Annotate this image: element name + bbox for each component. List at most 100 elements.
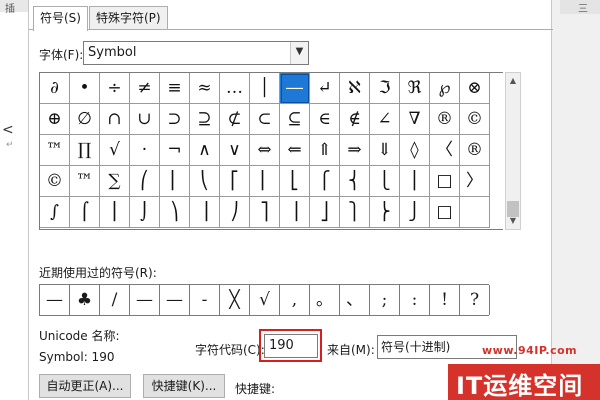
symbol-cell[interactable]: ⊆ bbox=[280, 104, 310, 135]
recent-symbol-cell[interactable]: 。 bbox=[310, 285, 340, 315]
recent-symbol-cell[interactable]: ? bbox=[460, 285, 490, 315]
symbol-cell[interactable]: │ bbox=[250, 73, 280, 104]
symbol-cell[interactable]: ⎣ bbox=[280, 166, 310, 197]
symbol-cell[interactable]: ∂ bbox=[40, 73, 70, 104]
scroll-up-icon[interactable]: ▲ bbox=[506, 73, 520, 89]
symbol-cell[interactable]: ↵ bbox=[310, 73, 340, 104]
symbol-cell[interactable]: ™ bbox=[70, 166, 100, 197]
symbol-cell[interactable]: ⎞ bbox=[160, 197, 190, 228]
symbol-cell[interactable]: ∉ bbox=[340, 104, 370, 135]
symbol-cell[interactable]: ⎤ bbox=[250, 197, 280, 228]
symbol-cell[interactable]: ℘ bbox=[430, 73, 460, 104]
symbol-cell[interactable]: ∩ bbox=[100, 104, 130, 135]
font-select[interactable]: Symbol ▼ bbox=[83, 41, 309, 65]
symbol-cell[interactable]: ∪ bbox=[130, 104, 160, 135]
symbol-cell[interactable]: ⊃ bbox=[160, 104, 190, 135]
symbol-cell[interactable]: ⌡ bbox=[130, 197, 160, 228]
recent-symbol-cell[interactable]: — bbox=[160, 285, 190, 315]
symbol-cell[interactable]: ⎜ bbox=[160, 166, 190, 197]
symbol-cell[interactable]: ⇓ bbox=[370, 135, 400, 166]
symbol-cell[interactable]: ⊄ bbox=[220, 104, 250, 135]
symbol-cell[interactable]: ⎨ bbox=[340, 166, 370, 197]
shortcut-key-button[interactable]: 快捷键(K)... bbox=[143, 374, 225, 398]
symbol-cell[interactable]: … bbox=[220, 73, 250, 104]
symbol-cell[interactable]: ⎮ bbox=[100, 197, 130, 228]
scroll-down-icon[interactable]: ▼ bbox=[506, 213, 520, 229]
recent-symbol-cell[interactable]: ; bbox=[370, 285, 400, 315]
symbol-cell[interactable] bbox=[460, 197, 490, 228]
symbol-cell[interactable]: ∅ bbox=[70, 104, 100, 135]
symbol-cell[interactable]: ® bbox=[430, 104, 460, 135]
symbol-cell[interactable]: ⌠ bbox=[70, 197, 100, 228]
symbol-cell[interactable]: ∑ bbox=[100, 166, 130, 197]
symbol-cell[interactable]: ∠ bbox=[370, 104, 400, 135]
recent-symbol-cell[interactable]: 、 bbox=[340, 285, 370, 315]
symbol-cell[interactable]: © bbox=[40, 166, 70, 197]
symbol-cell[interactable]: ≠ bbox=[130, 73, 160, 104]
recent-symbol-cell[interactable]: - bbox=[190, 285, 220, 315]
tab-symbols[interactable]: 符号(S) bbox=[33, 6, 88, 31]
symbol-cell[interactable]: ℜ bbox=[400, 73, 430, 104]
recent-symbol-cell[interactable]: — bbox=[130, 285, 160, 315]
symbol-cell[interactable]: ⊇ bbox=[190, 104, 220, 135]
recent-symbol-cell[interactable]: ╳ bbox=[220, 285, 250, 315]
symbol-cell[interactable]: 〈 bbox=[430, 135, 460, 166]
symbol-cell[interactable]: 〉 bbox=[460, 166, 490, 197]
symbol-cell[interactable]: ⎟ bbox=[190, 197, 220, 228]
symbol-cell[interactable]: ⎧ bbox=[310, 166, 340, 197]
symbol-cell[interactable]: ∧ bbox=[190, 135, 220, 166]
symbol-cell[interactable]: ⎢ bbox=[250, 166, 280, 197]
recent-symbol-cell[interactable]: — bbox=[40, 285, 70, 315]
symbol-cell[interactable]: ⇑ bbox=[310, 135, 340, 166]
symbol-cell[interactable]: ⎛ bbox=[130, 166, 160, 197]
symbol-cell[interactable]: ⎡ bbox=[220, 166, 250, 197]
recent-symbol-cell[interactable]: : bbox=[400, 285, 430, 315]
symbol-cell[interactable]: ® bbox=[460, 135, 490, 166]
recent-symbol-cell[interactable]: √ bbox=[250, 285, 280, 315]
recent-symbols-grid: — ♣ / — — - ╳ √,。、;:!? bbox=[39, 284, 490, 316]
symbol-cell[interactable]: ⇐ bbox=[280, 135, 310, 166]
symbol-cell[interactable]: ÷ bbox=[100, 73, 130, 104]
symbol-cell[interactable]: ⎠ bbox=[220, 197, 250, 228]
symbol-cell[interactable]: ∨ bbox=[220, 135, 250, 166]
symbol-cell[interactable]: · bbox=[130, 135, 160, 166]
symbol-cell[interactable]: ¬ bbox=[160, 135, 190, 166]
symbol-cell[interactable]: ™ bbox=[40, 135, 70, 166]
symbol-cell[interactable]: ⎦ bbox=[310, 197, 340, 228]
symbol-cell[interactable]: ⎩ bbox=[370, 166, 400, 197]
symbol-cell[interactable]: ⇔ bbox=[250, 135, 280, 166]
autocorrect-button[interactable]: 自动更正(A)... bbox=[39, 374, 131, 398]
symbol-cell[interactable]: ⎪ bbox=[400, 166, 430, 197]
recent-symbol-cell[interactable]: ! bbox=[430, 285, 460, 315]
symbol-cell[interactable]: ≈ bbox=[190, 73, 220, 104]
symbol-cell[interactable]: □ bbox=[430, 166, 460, 197]
symbol-cell[interactable]: ⊂ bbox=[250, 104, 280, 135]
symbol-cell[interactable]: ⇒ bbox=[340, 135, 370, 166]
symbol-cell[interactable]: ⎭ bbox=[400, 197, 430, 228]
symbol-cell[interactable]: ∫ bbox=[40, 197, 70, 228]
symbol-cell[interactable]: ⎫ bbox=[340, 197, 370, 228]
recent-symbol-cell[interactable]: , bbox=[280, 285, 310, 315]
symbol-cell[interactable]: ― bbox=[280, 73, 310, 104]
symbol-cell[interactable]: ∇ bbox=[400, 104, 430, 135]
symbol-cell[interactable]: ∏ bbox=[70, 135, 100, 166]
symbol-cell[interactable]: √ bbox=[100, 135, 130, 166]
recent-symbol-cell[interactable]: ♣ bbox=[70, 285, 100, 315]
symbol-cell[interactable]: ≡ bbox=[160, 73, 190, 104]
symbol-cell[interactable]: • bbox=[70, 73, 100, 104]
symbol-cell[interactable]: ℵ bbox=[340, 73, 370, 104]
symbol-cell[interactable]: ⎝ bbox=[190, 166, 220, 197]
chevron-down-icon[interactable]: ▼ bbox=[290, 42, 308, 64]
symbol-cell[interactable]: □ bbox=[430, 197, 460, 228]
symbol-cell[interactable]: ℑ bbox=[370, 73, 400, 104]
symbol-cell[interactable]: ⊕ bbox=[40, 104, 70, 135]
symbol-cell[interactable]: ◊ bbox=[400, 135, 430, 166]
symbol-cell[interactable]: ⎥ bbox=[280, 197, 310, 228]
symbol-cell[interactable]: © bbox=[460, 104, 490, 135]
symbol-grid-scrollbar[interactable]: ▲ ▼ bbox=[505, 72, 521, 230]
symbol-cell[interactable]: ⎬ bbox=[370, 197, 400, 228]
recent-symbol-cell[interactable]: / bbox=[100, 285, 130, 315]
tab-special-characters[interactable]: 特殊字符(P) bbox=[89, 6, 168, 30]
symbol-cell[interactable]: ⊗ bbox=[460, 73, 490, 104]
symbol-cell[interactable]: ∈ bbox=[310, 104, 340, 135]
